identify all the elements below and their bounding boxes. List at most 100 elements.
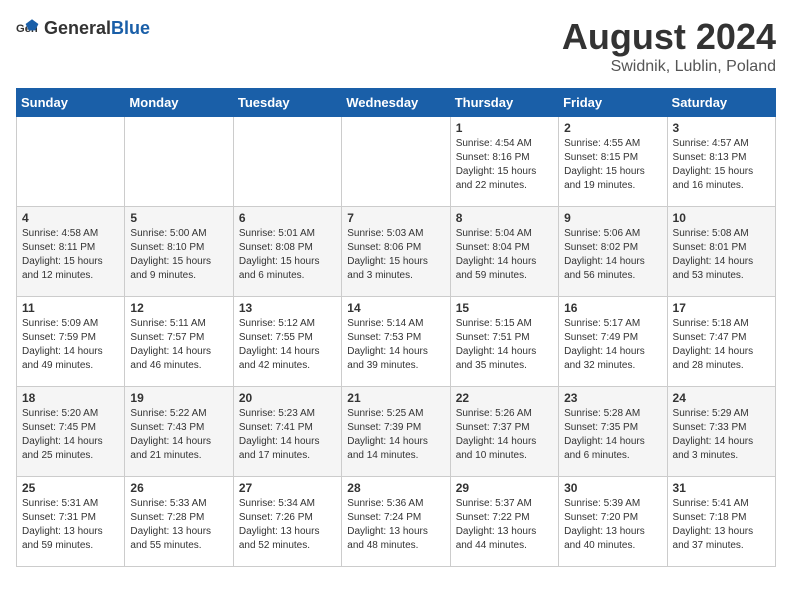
day-info: Sunrise: 5:15 AM Sunset: 7:51 PM Dayligh… bbox=[456, 317, 553, 373]
day-number: 18 bbox=[22, 391, 119, 405]
calendar-cell: 4Sunrise: 4:58 AM Sunset: 8:11 PM Daylig… bbox=[17, 207, 125, 297]
day-info: Sunrise: 5:39 AM Sunset: 7:20 PM Dayligh… bbox=[564, 497, 661, 553]
day-info: Sunrise: 5:12 AM Sunset: 7:55 PM Dayligh… bbox=[239, 317, 336, 373]
calendar-cell bbox=[233, 117, 341, 207]
day-info: Sunrise: 4:55 AM Sunset: 8:15 PM Dayligh… bbox=[564, 137, 661, 193]
day-number: 15 bbox=[456, 301, 553, 315]
calendar-week-4: 18Sunrise: 5:20 AM Sunset: 7:45 PM Dayli… bbox=[17, 387, 776, 477]
calendar-cell: 28Sunrise: 5:36 AM Sunset: 7:24 PM Dayli… bbox=[342, 477, 450, 567]
calendar-week-5: 25 Sunrise: 5:31 AM Sunset: 7:31 PM Dayli… bbox=[17, 477, 776, 567]
day-info: Sunrise: 5:08 AM Sunset: 8:01 PM Dayligh… bbox=[673, 227, 770, 283]
day-info: Sunrise: 5:25 AM Sunset: 7:39 PM Dayligh… bbox=[347, 407, 444, 463]
calendar-cell: 24 Sunrise: 5:29 AM Sunset: 7:33 PM Dayli… bbox=[667, 387, 775, 477]
day-info: Sunrise: 5:11 AM Sunset: 7:57 PM Dayligh… bbox=[130, 317, 227, 373]
logo-blue: Blue bbox=[111, 18, 150, 38]
day-number: 11 bbox=[22, 301, 119, 315]
day-info: Sunrise: 5:03 AM Sunset: 8:06 PM Dayligh… bbox=[347, 227, 444, 283]
calendar-cell: 2 Sunrise: 4:55 AM Sunset: 8:15 PM Daylig… bbox=[559, 117, 667, 207]
header-wednesday: Wednesday bbox=[342, 89, 450, 117]
calendar-cell: 21 Sunrise: 5:25 AM Sunset: 7:39 PM Dayli… bbox=[342, 387, 450, 477]
calendar-week-3: 11Sunrise: 5:09 AM Sunset: 7:59 PM Dayli… bbox=[17, 297, 776, 387]
day-number: 2 bbox=[564, 121, 661, 135]
day-number: 13 bbox=[239, 301, 336, 315]
day-info: Sunrise: 4:54 AM Sunset: 8:16 PM Dayligh… bbox=[456, 137, 553, 193]
day-info: Sunrise: 5:37 AM Sunset: 7:22 PM Dayligh… bbox=[456, 497, 553, 553]
day-number: 9 bbox=[564, 211, 661, 225]
calendar-subtitle: Swidnik, Lublin, Poland bbox=[562, 58, 776, 76]
day-info: Sunrise: 5:01 AM Sunset: 8:08 PM Dayligh… bbox=[239, 227, 336, 283]
day-info: Sunrise: 5:18 AM Sunset: 7:47 PM Dayligh… bbox=[673, 317, 770, 373]
day-number: 17 bbox=[673, 301, 770, 315]
calendar-cell: 10 Sunrise: 5:08 AM Sunset: 8:01 PM Dayli… bbox=[667, 207, 775, 297]
day-number: 7 bbox=[347, 211, 444, 225]
day-info: Sunrise: 5:04 AM Sunset: 8:04 PM Dayligh… bbox=[456, 227, 553, 283]
day-number: 4 bbox=[22, 211, 119, 225]
calendar-table: Sunday Monday Tuesday Wednesday Thursday… bbox=[16, 88, 776, 567]
calendar-cell: 14 Sunrise: 5:14 AM Sunset: 7:53 PM Dayli… bbox=[342, 297, 450, 387]
day-number: 6 bbox=[239, 211, 336, 225]
day-number: 29 bbox=[456, 481, 553, 495]
calendar-cell: 1Sunrise: 4:54 AM Sunset: 8:16 PM Daylig… bbox=[450, 117, 558, 207]
day-info: Sunrise: 5:22 AM Sunset: 7:43 PM Dayligh… bbox=[130, 407, 227, 463]
day-info: Sunrise: 5:14 AM Sunset: 7:53 PM Dayligh… bbox=[347, 317, 444, 373]
day-info: Sunrise: 5:31 AM Sunset: 7:31 PM Dayligh… bbox=[22, 497, 119, 553]
day-number: 31 bbox=[673, 481, 770, 495]
calendar-cell bbox=[125, 117, 233, 207]
header-tuesday: Tuesday bbox=[233, 89, 341, 117]
day-number: 12 bbox=[130, 301, 227, 315]
calendar-cell: 5Sunrise: 5:00 AM Sunset: 8:10 PM Daylig… bbox=[125, 207, 233, 297]
day-number: 19 bbox=[130, 391, 227, 405]
day-info: Sunrise: 5:36 AM Sunset: 7:24 PM Dayligh… bbox=[347, 497, 444, 553]
day-info: Sunrise: 5:33 AM Sunset: 7:28 PM Dayligh… bbox=[130, 497, 227, 553]
calendar-cell: 30Sunrise: 5:39 AM Sunset: 7:20 PM Dayli… bbox=[559, 477, 667, 567]
day-number: 3 bbox=[673, 121, 770, 135]
logo-icon: Gen bbox=[16, 16, 40, 40]
day-number: 24 bbox=[673, 391, 770, 405]
calendar-cell: 17 Sunrise: 5:18 AM Sunset: 7:47 PM Dayli… bbox=[667, 297, 775, 387]
day-number: 26 bbox=[130, 481, 227, 495]
calendar-cell: 27 Sunrise: 5:34 AM Sunset: 7:26 PM Dayli… bbox=[233, 477, 341, 567]
day-number: 10 bbox=[673, 211, 770, 225]
calendar-cell: 9 Sunrise: 5:06 AM Sunset: 8:02 PM Daylig… bbox=[559, 207, 667, 297]
day-info: Sunrise: 5:17 AM Sunset: 7:49 PM Dayligh… bbox=[564, 317, 661, 373]
calendar-week-2: 4Sunrise: 4:58 AM Sunset: 8:11 PM Daylig… bbox=[17, 207, 776, 297]
calendar-cell: 23 Sunrise: 5:28 AM Sunset: 7:35 PM Dayli… bbox=[559, 387, 667, 477]
logo-general: General bbox=[44, 18, 111, 38]
calendar-cell: 15 Sunrise: 5:15 AM Sunset: 7:51 PM Dayli… bbox=[450, 297, 558, 387]
calendar-cell: 3 Sunrise: 4:57 AM Sunset: 8:13 PM Daylig… bbox=[667, 117, 775, 207]
header-sunday: Sunday bbox=[17, 89, 125, 117]
day-number: 22 bbox=[456, 391, 553, 405]
header-thursday: Thursday bbox=[450, 89, 558, 117]
calendar-cell: 7 Sunrise: 5:03 AM Sunset: 8:06 PM Daylig… bbox=[342, 207, 450, 297]
day-info: Sunrise: 5:29 AM Sunset: 7:33 PM Dayligh… bbox=[673, 407, 770, 463]
header-monday: Monday bbox=[125, 89, 233, 117]
weekday-header-row: Sunday Monday Tuesday Wednesday Thursday… bbox=[17, 89, 776, 117]
calendar-cell: 8 Sunrise: 5:04 AM Sunset: 8:04 PM Daylig… bbox=[450, 207, 558, 297]
day-info: Sunrise: 4:57 AM Sunset: 8:13 PM Dayligh… bbox=[673, 137, 770, 193]
day-info: Sunrise: 5:23 AM Sunset: 7:41 PM Dayligh… bbox=[239, 407, 336, 463]
calendar-title: August 2024 bbox=[562, 16, 776, 58]
day-number: 16 bbox=[564, 301, 661, 315]
calendar-cell: 18Sunrise: 5:20 AM Sunset: 7:45 PM Dayli… bbox=[17, 387, 125, 477]
calendar-cell: 31Sunrise: 5:41 AM Sunset: 7:18 PM Dayli… bbox=[667, 477, 775, 567]
day-number: 21 bbox=[347, 391, 444, 405]
calendar-cell bbox=[17, 117, 125, 207]
day-number: 8 bbox=[456, 211, 553, 225]
day-info: Sunrise: 5:06 AM Sunset: 8:02 PM Dayligh… bbox=[564, 227, 661, 283]
title-area: August 2024 Swidnik, Lublin, Poland bbox=[562, 16, 776, 76]
day-number: 14 bbox=[347, 301, 444, 315]
calendar-cell: 6 Sunrise: 5:01 AM Sunset: 8:08 PM Daylig… bbox=[233, 207, 341, 297]
calendar-cell: 29 Sunrise: 5:37 AM Sunset: 7:22 PM Dayli… bbox=[450, 477, 558, 567]
day-number: 25 bbox=[22, 481, 119, 495]
day-number: 23 bbox=[564, 391, 661, 405]
day-info: Sunrise: 5:28 AM Sunset: 7:35 PM Dayligh… bbox=[564, 407, 661, 463]
logo: Gen GeneralBlue bbox=[16, 16, 150, 40]
header-friday: Friday bbox=[559, 89, 667, 117]
calendar-cell: 25 Sunrise: 5:31 AM Sunset: 7:31 PM Dayli… bbox=[17, 477, 125, 567]
calendar-cell: 16 Sunrise: 5:17 AM Sunset: 7:49 PM Dayli… bbox=[559, 297, 667, 387]
calendar-cell: 22Sunrise: 5:26 AM Sunset: 7:37 PM Dayli… bbox=[450, 387, 558, 477]
calendar-cell: 13 Sunrise: 5:12 AM Sunset: 7:55 PM Dayli… bbox=[233, 297, 341, 387]
day-info: Sunrise: 5:34 AM Sunset: 7:26 PM Dayligh… bbox=[239, 497, 336, 553]
day-number: 27 bbox=[239, 481, 336, 495]
calendar-cell: 11Sunrise: 5:09 AM Sunset: 7:59 PM Dayli… bbox=[17, 297, 125, 387]
